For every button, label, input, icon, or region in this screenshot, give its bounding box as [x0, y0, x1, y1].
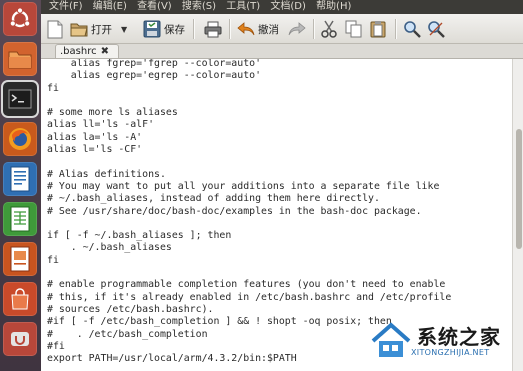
house-logo-icon: [371, 322, 411, 357]
tab-label: .bashrc: [60, 46, 97, 57]
watermark-url: XITONGZHIJIA.NET: [411, 348, 490, 357]
open-dropdown-button[interactable]: ▼: [121, 18, 127, 40]
clipboard-icon: [370, 21, 386, 38]
paste-button[interactable]: [369, 18, 387, 40]
menu-search[interactable]: 搜索(S): [182, 1, 216, 12]
copy-icon: [345, 20, 362, 38]
impress-launcher-button[interactable]: [3, 242, 37, 276]
code-line: # Alias definitions.: [47, 168, 166, 180]
launcher: [0, 0, 42, 371]
new-document-icon: [47, 20, 63, 38]
code-line: # this, if it's already enabled in /etc/…: [47, 291, 452, 303]
open-button[interactable]: 打开: [70, 18, 112, 40]
redo-button[interactable]: [288, 18, 306, 40]
terminal-icon: [8, 89, 32, 109]
code-line: # sources /etc/bash.bashrc).: [47, 303, 214, 315]
software-center-launcher-button[interactable]: [3, 282, 37, 316]
open-label: 打开: [91, 23, 112, 36]
menu-edit[interactable]: 编辑(E): [93, 1, 127, 12]
code-line: # ~/.bash_aliases, instead of adding the…: [47, 193, 380, 205]
tab-bar: .bashrc ✖: [41, 44, 523, 59]
presentation-icon: [10, 246, 30, 272]
firefox-launcher-button[interactable]: [3, 122, 37, 156]
spreadsheet-icon: [10, 206, 30, 232]
calc-launcher-button[interactable]: [3, 202, 37, 236]
save-button[interactable]: 保存: [143, 18, 185, 40]
printer-icon: [204, 21, 222, 37]
search-icon: [404, 21, 421, 38]
menu-bar: 文件(F) 编辑(E) 查看(V) 搜索(S) 工具(T) 文档(D) 帮助(H…: [41, 0, 523, 14]
shopping-bag-icon: [11, 288, 29, 310]
code-line: # some more ls aliases: [47, 107, 178, 119]
cut-button[interactable]: [321, 18, 337, 40]
code-line: alias ll='ls -alF': [47, 119, 155, 131]
code-line: # See /usr/share/doc/bash-doc/examples i…: [47, 205, 422, 217]
code-line: alias egrep='egrep --color=auto': [47, 70, 262, 82]
find-replace-icon: [428, 21, 445, 38]
tab-bashrc[interactable]: .bashrc ✖: [55, 44, 119, 58]
code-line: # You may want to put all your additions…: [47, 180, 440, 192]
toolbar-separator: [395, 19, 397, 39]
menu-file[interactable]: 文件(F): [49, 1, 83, 12]
print-button[interactable]: [204, 18, 222, 40]
redo-icon: [288, 22, 306, 36]
save-label: 保存: [164, 23, 185, 36]
toolbar-separator: [229, 19, 231, 39]
folder-icon: [8, 51, 32, 69]
watermark-title: 系统之家: [417, 325, 501, 349]
save-icon: [143, 20, 161, 38]
scrollbar-thumb[interactable]: [516, 129, 522, 249]
code-line: alias fgrep='fgrep --color=auto': [47, 59, 262, 69]
undo-label: 撤消: [258, 23, 279, 36]
menu-view[interactable]: 查看(V): [137, 1, 172, 12]
undo-button[interactable]: 撤消: [237, 18, 279, 40]
find-button[interactable]: [403, 18, 421, 40]
copy-button[interactable]: [345, 18, 363, 40]
ubuntu-one-launcher-button[interactable]: [3, 322, 37, 356]
toolbar-separator: [313, 19, 315, 39]
code-line: alias l='ls -CF': [47, 144, 143, 156]
ubuntu-one-icon: [11, 332, 29, 346]
chevron-down-icon: ▼: [121, 24, 128, 34]
code-line: alias la='ls -A': [47, 131, 143, 143]
toolbar: 打开 ▼ 保存 撤消: [41, 14, 523, 44]
files-launcher-button[interactable]: [3, 42, 37, 76]
scissors-icon: [321, 20, 337, 38]
writer-launcher-button[interactable]: [3, 162, 37, 196]
document-icon: [10, 166, 30, 192]
undo-icon: [237, 22, 255, 36]
code-line: fi: [47, 82, 59, 94]
code-line: # enable programmable completion feature…: [47, 279, 446, 291]
firefox-icon: [9, 128, 31, 150]
ubuntu-logo-icon: [9, 7, 31, 28]
terminal-launcher-button[interactable]: [3, 82, 37, 116]
menu-tools[interactable]: 工具(T): [226, 1, 260, 12]
code-line: if [ -f ~/.bash_aliases ]; then: [47, 230, 232, 242]
folder-open-icon: [70, 23, 88, 37]
code-line: . ~/.bash_aliases: [47, 242, 172, 254]
menu-documents[interactable]: 文档(D): [270, 1, 306, 12]
dash-home-button[interactable]: [3, 2, 37, 36]
menu-help[interactable]: 帮助(H): [316, 1, 351, 12]
new-document-button[interactable]: [47, 18, 63, 40]
replace-button[interactable]: [427, 18, 445, 40]
code-line: fi: [47, 254, 59, 266]
toolbar-separator: [193, 19, 195, 39]
watermark: 系统之家 XITONGZHIJIA.NET: [369, 317, 519, 369]
close-icon[interactable]: ✖: [101, 45, 109, 58]
